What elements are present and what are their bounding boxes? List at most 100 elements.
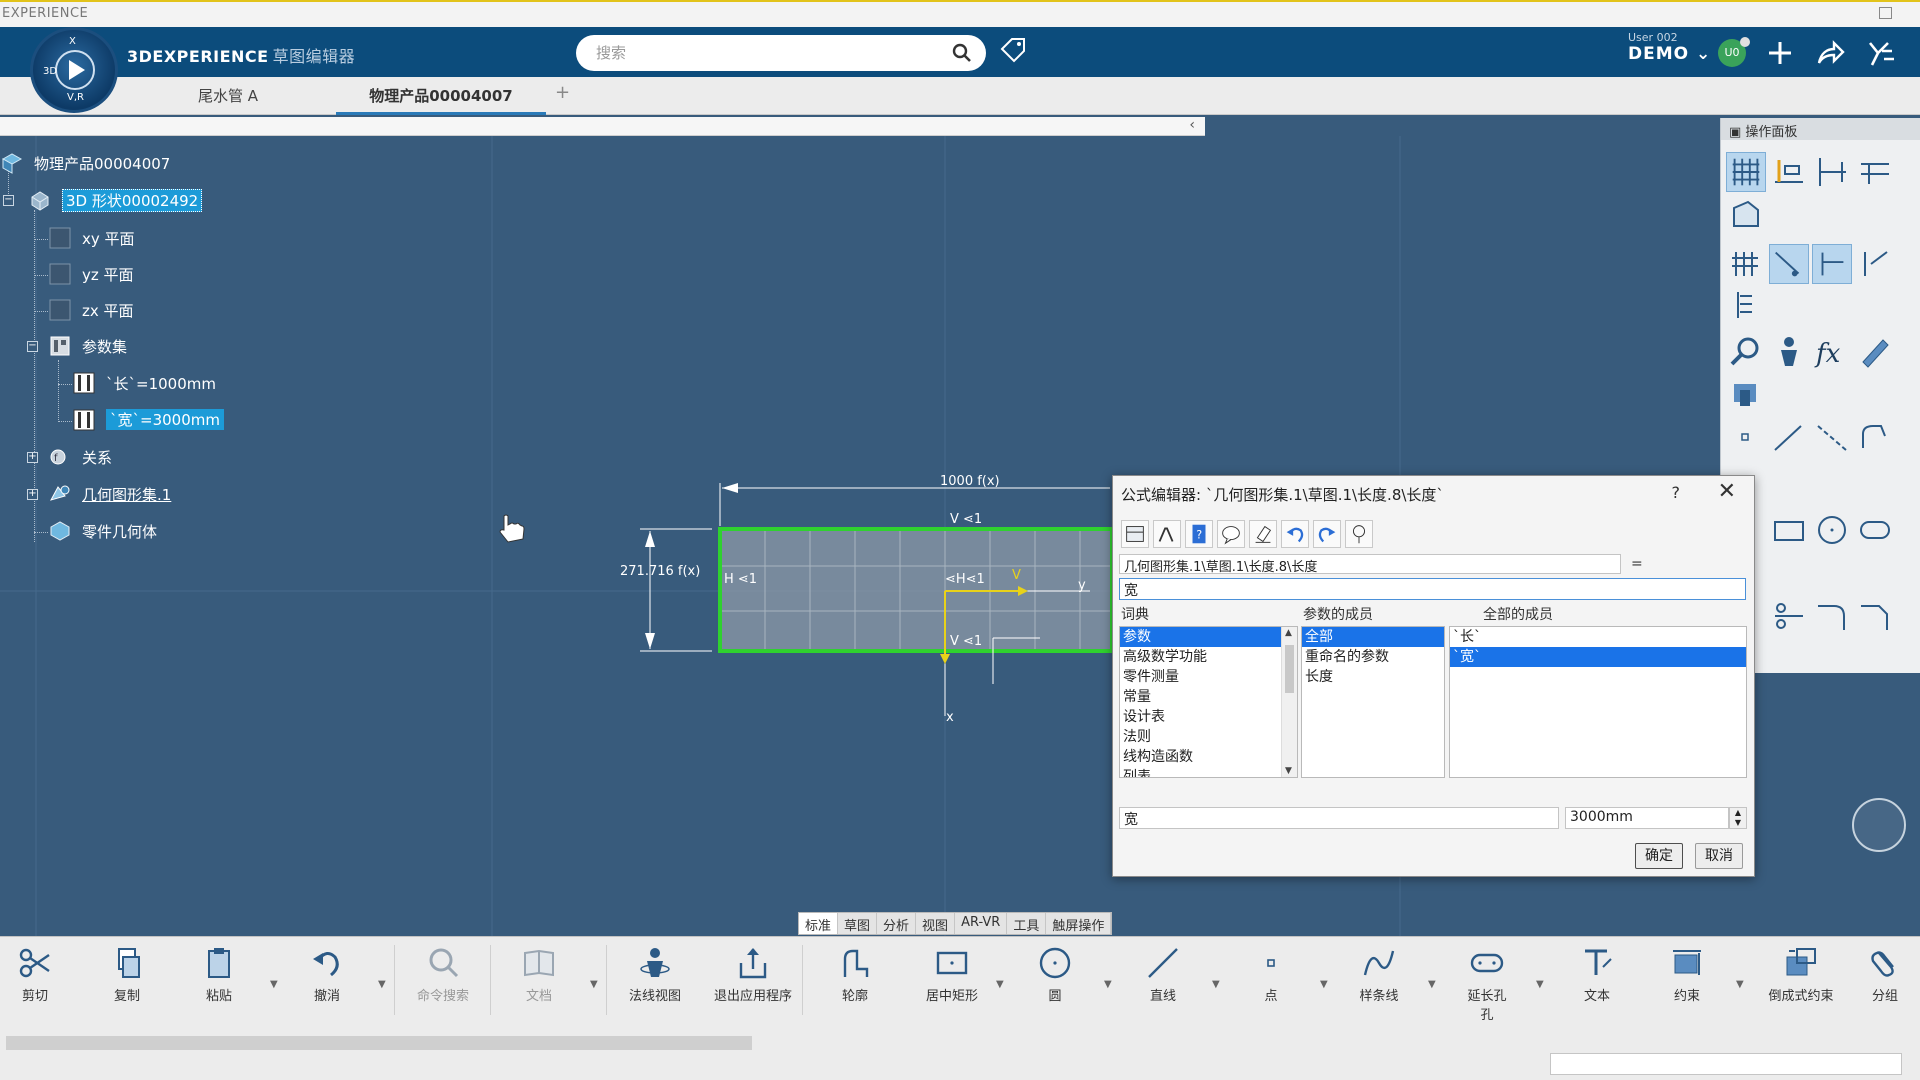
list-item[interactable]: 参数 bbox=[1120, 627, 1297, 647]
measure-icon[interactable] bbox=[1855, 332, 1895, 372]
status-field[interactable] bbox=[1550, 1053, 1902, 1075]
list-item[interactable]: `长` bbox=[1450, 627, 1746, 647]
circle-dropdown-icon[interactable]: ▼ bbox=[1104, 979, 1112, 990]
paste-dropdown-icon[interactable]: ▼ bbox=[270, 979, 278, 990]
dimension-horizontal[interactable]: 1000 f(x) bbox=[940, 474, 1000, 489]
profile-icon[interactable] bbox=[1855, 418, 1895, 458]
tab-view[interactable]: 视图 bbox=[916, 913, 956, 934]
constraint-horizontal-center[interactable]: ⋖H⋖1 bbox=[945, 572, 985, 587]
compass-icon[interactable]: X 3D V,R bbox=[30, 27, 118, 113]
snap-to-point-icon[interactable] bbox=[1769, 244, 1809, 284]
list-item[interactable]: 重命名的参数 bbox=[1302, 647, 1444, 667]
point-button[interactable]: 点 bbox=[1236, 945, 1306, 1004]
constraint-dropdown-icon[interactable]: ▼ bbox=[1736, 979, 1744, 990]
list-item[interactable]: 线构造函数 bbox=[1120, 747, 1297, 767]
comment-icon[interactable] bbox=[1217, 520, 1245, 548]
user-menu[interactable]: User 002 DEMO ⌄ bbox=[1628, 31, 1711, 64]
orientation-compass-icon[interactable] bbox=[1852, 798, 1906, 852]
tab-standard[interactable]: 标准 bbox=[799, 913, 839, 934]
tab-touch[interactable]: 触屏操作 bbox=[1046, 913, 1112, 934]
tree-expand-icon[interactable]: + bbox=[27, 452, 38, 463]
cancel-button[interactable]: 取消 bbox=[1695, 843, 1743, 869]
all-members-list[interactable]: `长` `宽` bbox=[1449, 626, 1747, 778]
tree-collapse-icon[interactable]: − bbox=[27, 341, 38, 352]
search-input[interactable] bbox=[596, 42, 926, 64]
list-item[interactable]: 长度 bbox=[1302, 667, 1444, 687]
help-book-icon[interactable]: ? bbox=[1185, 520, 1213, 548]
copy-button[interactable]: 复制 bbox=[92, 945, 162, 1004]
list-item[interactable]: 常量 bbox=[1120, 687, 1297, 707]
constraint-vertical-center[interactable]: V ⋖1 bbox=[950, 634, 982, 649]
list-item[interactable]: 高级数学功能 bbox=[1120, 647, 1297, 667]
share-icon[interactable] bbox=[1814, 37, 1846, 69]
list-item[interactable]: 全部 bbox=[1302, 627, 1444, 647]
value-spinner[interactable]: ▲ ▼ bbox=[1729, 807, 1747, 829]
rectangle-dropdown-icon[interactable]: ▼ bbox=[996, 979, 1004, 990]
line-button[interactable]: 直线 bbox=[1128, 945, 1198, 1004]
restore-window-icon[interactable] bbox=[1879, 7, 1892, 19]
centered-rectangle-button[interactable]: 居中矩形 bbox=[912, 945, 992, 1004]
list-item[interactable]: 设计表 bbox=[1120, 707, 1297, 727]
tag-icon[interactable] bbox=[998, 35, 1028, 65]
circle-icon[interactable] bbox=[1812, 510, 1852, 550]
grid-icon[interactable] bbox=[1726, 244, 1766, 284]
dimension-icon[interactable] bbox=[1812, 152, 1852, 192]
chamfer-icon[interactable] bbox=[1855, 596, 1895, 636]
spline-button[interactable]: 样条线 bbox=[1344, 945, 1414, 1004]
point-icon[interactable] bbox=[1726, 418, 1766, 458]
list-icon[interactable] bbox=[1726, 286, 1766, 326]
tab-sketch[interactable]: 草图 bbox=[838, 913, 878, 934]
horizontal-scrollbar[interactable] bbox=[6, 1036, 752, 1050]
geometric-constraint-icon[interactable] bbox=[1855, 152, 1895, 192]
dimension-vertical[interactable]: 271.716 f(x) bbox=[620, 564, 700, 579]
normal-view-button[interactable]: 法线视图 bbox=[620, 945, 690, 1004]
group-button[interactable]: 分组 bbox=[1850, 945, 1920, 1004]
sketch-analysis-icon[interactable] bbox=[1726, 196, 1766, 236]
undo-button[interactable]: 撤消 bbox=[292, 945, 362, 1004]
constraint-horizontal-left[interactable]: H ⋖1 bbox=[724, 572, 757, 587]
elongated-hole-icon[interactable] bbox=[1855, 510, 1895, 550]
list-item[interactable]: 法则 bbox=[1120, 727, 1297, 747]
wizard-icon[interactable] bbox=[1345, 520, 1373, 548]
selected-member-value[interactable]: 3000mm bbox=[1565, 807, 1729, 829]
help-icon[interactable]: ? bbox=[1672, 483, 1681, 502]
tab-analysis[interactable]: 分析 bbox=[877, 913, 917, 934]
document-button[interactable]: 文档 bbox=[504, 945, 574, 1004]
formula-input[interactable]: 宽 bbox=[1119, 578, 1746, 600]
tree-collapse-icon[interactable]: − bbox=[3, 195, 14, 206]
line-icon[interactable] bbox=[1769, 418, 1809, 458]
autoconstraint-icon[interactable] bbox=[1855, 244, 1895, 284]
search-icon[interactable] bbox=[952, 43, 972, 63]
search-box[interactable] bbox=[576, 35, 986, 71]
undo-icon[interactable] bbox=[1281, 520, 1309, 548]
tree-expand-icon[interactable]: + bbox=[27, 489, 38, 500]
spline-dropdown-icon[interactable]: ▼ bbox=[1428, 979, 1436, 990]
dictionary-scrollbar[interactable]: ▲ ▼ bbox=[1281, 627, 1297, 777]
paste-button[interactable]: 粘贴 bbox=[184, 945, 254, 1004]
tab-physical-product[interactable]: 物理产品00004007 bbox=[336, 85, 546, 115]
collapse-chevron-icon[interactable]: ‹ bbox=[1189, 117, 1195, 133]
constraint-mode-icon[interactable] bbox=[1812, 244, 1852, 284]
elongated-hole-button[interactable]: 延长孔 孔 bbox=[1452, 945, 1522, 1023]
exit-app-button[interactable]: 退出应用程序 bbox=[712, 945, 794, 1004]
eraser-icon[interactable] bbox=[1249, 520, 1277, 548]
members-list[interactable]: 全部 重命名的参数 长度 bbox=[1301, 626, 1445, 778]
list-item[interactable]: `宽` bbox=[1450, 647, 1746, 667]
plus-icon[interactable] bbox=[1764, 37, 1796, 69]
tab-tools[interactable]: 工具 bbox=[1007, 913, 1047, 934]
avatar[interactable]: U0 bbox=[1718, 37, 1750, 67]
text-button[interactable]: 文本 bbox=[1562, 945, 1632, 1004]
corner-icon[interactable] bbox=[1812, 596, 1852, 636]
axis-icon[interactable] bbox=[1812, 418, 1852, 458]
point-dropdown-icon[interactable]: ▼ bbox=[1320, 979, 1328, 990]
construction-icon[interactable] bbox=[1769, 152, 1809, 192]
profile-button[interactable]: 轮廓 bbox=[820, 945, 890, 1004]
formula-fx-icon[interactable]: fx bbox=[1812, 332, 1852, 372]
cut-button[interactable]: 剪切 bbox=[0, 945, 70, 1004]
tab-ar-vr[interactable]: AR-VR bbox=[955, 913, 1008, 934]
grid-snap-icon[interactable] bbox=[1726, 152, 1766, 192]
apps-icon[interactable] bbox=[1866, 37, 1898, 69]
add-tab-icon[interactable]: + bbox=[555, 82, 570, 103]
dictionary-list[interactable]: 参数 高级数学功能 零件测量 常量 设计表 法则 线构造函数 列表 数学 ▲ ▼ bbox=[1119, 626, 1298, 778]
fix-together-button[interactable]: 倒成式约束 bbox=[1760, 945, 1842, 1004]
